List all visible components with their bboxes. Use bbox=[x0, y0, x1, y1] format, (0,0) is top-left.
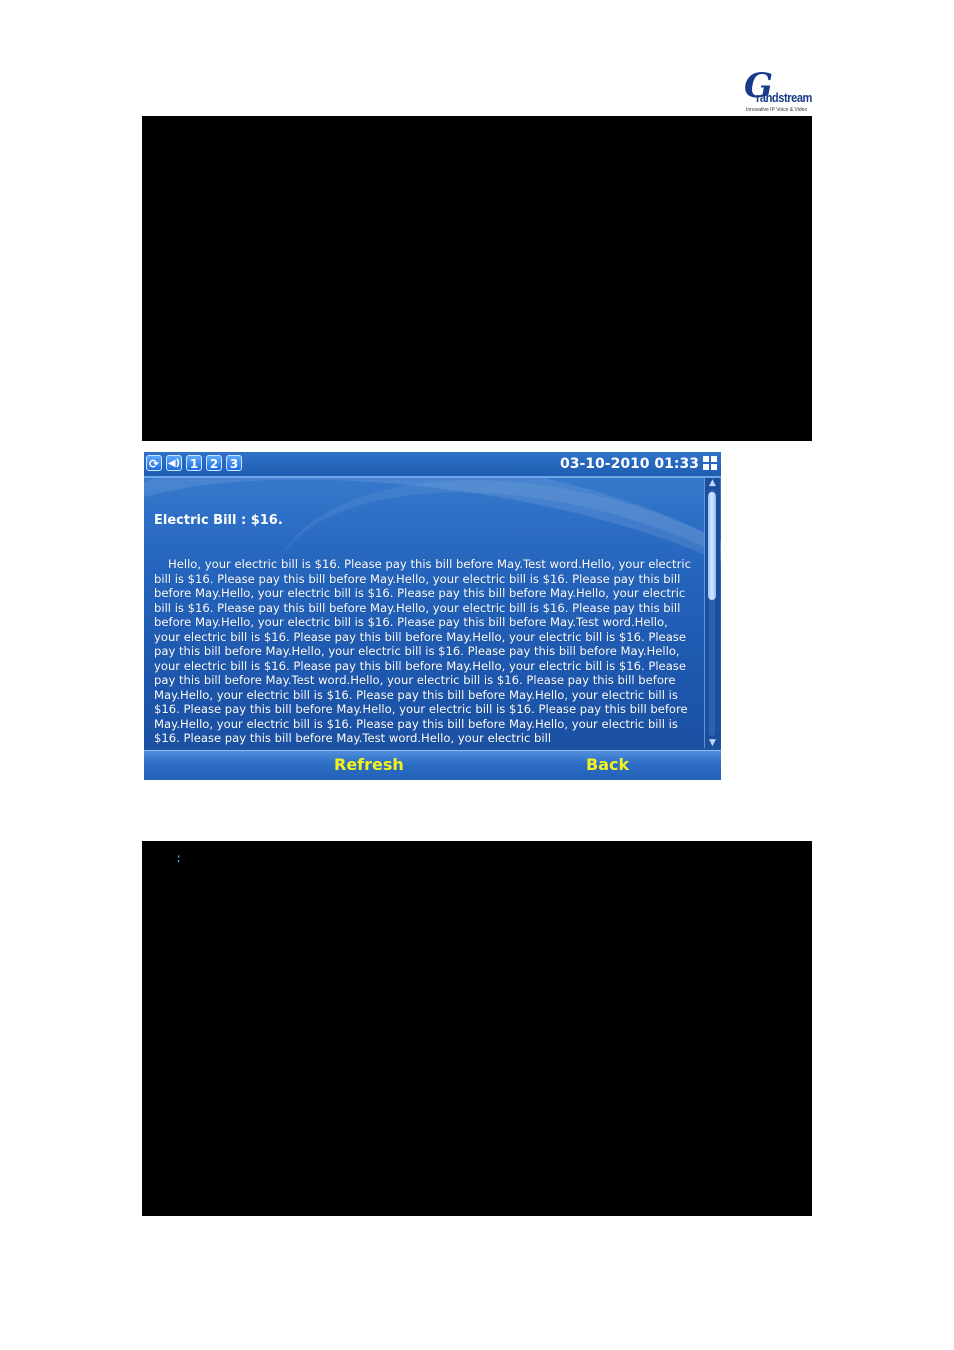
grandstream-logo: G randstream Innovative IP Voice & Video bbox=[740, 66, 812, 116]
menu-grid-icon[interactable] bbox=[703, 456, 718, 471]
refresh-icon[interactable]: ⟳ bbox=[146, 455, 162, 471]
blank-screen-panel-bottom: : bbox=[142, 841, 812, 1216]
phone-screen: ⟳ ◀) 1 2 3 03-10-2010 01:33 Electric Bil… bbox=[144, 452, 721, 780]
scroll-thumb[interactable] bbox=[708, 492, 716, 600]
scroll-up-icon[interactable]: ▲ bbox=[706, 478, 719, 488]
logo-tagline: Innovative IP Voice & Video bbox=[746, 107, 808, 113]
refresh-softkey[interactable]: Refresh bbox=[334, 754, 404, 776]
message-body: Hello, your electric bill is $16. Please… bbox=[154, 557, 691, 745]
text-cursor: : bbox=[175, 851, 183, 865]
account-2-icon[interactable]: 2 bbox=[206, 455, 222, 471]
logo-brand: randstream bbox=[756, 90, 812, 105]
datetime: 03-10-2010 01:33 bbox=[560, 456, 699, 472]
scrollbar[interactable]: ▲ ▼ bbox=[704, 478, 720, 748]
account-1-icon[interactable]: 1 bbox=[186, 455, 202, 471]
scroll-down-icon[interactable]: ▼ bbox=[706, 738, 719, 748]
back-softkey[interactable]: Back bbox=[586, 754, 629, 776]
speaker-icon[interactable]: ◀) bbox=[166, 455, 182, 471]
message-title: Electric Bill : $16. bbox=[154, 513, 283, 528]
blank-screen-panel-top bbox=[142, 116, 812, 441]
softkey-bar: Refresh Back bbox=[144, 750, 721, 780]
account-3-icon[interactable]: 3 bbox=[226, 455, 242, 471]
status-bar: ⟳ ◀) 1 2 3 03-10-2010 01:33 bbox=[144, 452, 721, 478]
